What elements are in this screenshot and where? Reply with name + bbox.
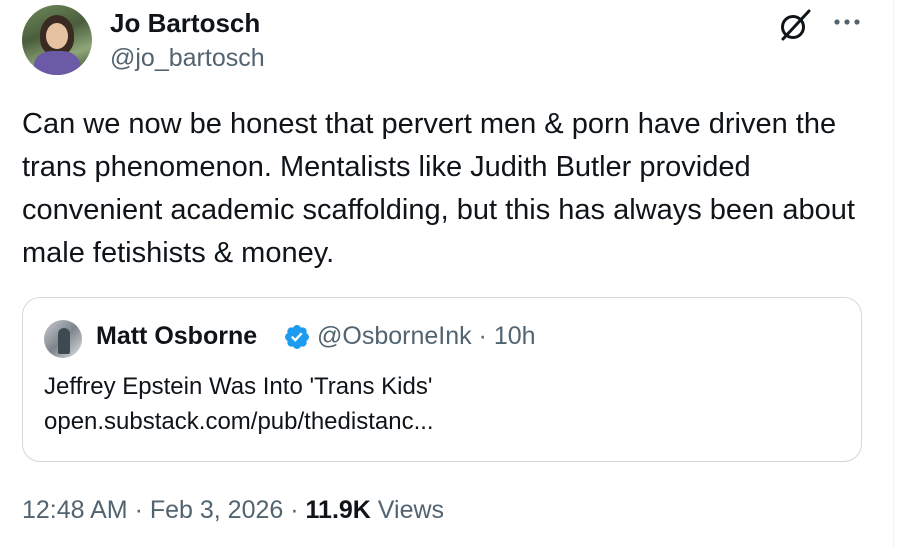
quoted-tweet-card[interactable]: Matt Osborne @OsborneInk · 10h Jeffrey E… [22, 297, 862, 462]
avatar-figure [58, 328, 70, 354]
column-divider [893, 0, 894, 547]
more-icon[interactable] [832, 10, 862, 34]
tweet-meta: 12:48 AM · Feb 3, 2026 · 11.9K Views [22, 496, 444, 525]
tweet-text: Can we now be honest that pervert men & … [22, 108, 855, 269]
quoted-author-avatar[interactable] [44, 320, 82, 358]
avatar-body [34, 51, 80, 75]
tweet-date[interactable]: Feb 3, 2026 [150, 496, 283, 524]
views-count[interactable]: 11.9K [306, 496, 371, 524]
grok-icon[interactable] [778, 8, 812, 42]
quoted-author-name[interactable]: Matt Osborne [96, 322, 257, 351]
quoted-handle-time[interactable]: @OsborneInk · 10h [317, 322, 536, 351]
meta-separator: · [283, 496, 306, 524]
views-label: Views [370, 496, 445, 524]
author-name[interactable]: Jo Bartosch [110, 8, 260, 39]
meta-separator: · [127, 496, 150, 524]
quoted-tweet-title: Jeffrey Epstein Was Into 'Trans Kids' [44, 373, 433, 400]
avatar-face [46, 23, 68, 49]
author-handle[interactable]: @jo_bartosch [110, 44, 265, 73]
tweet-time[interactable]: 12:48 AM [22, 496, 128, 524]
verified-badge-icon [285, 325, 309, 349]
author-avatar[interactable] [22, 5, 92, 75]
quoted-tweet-link[interactable]: open.substack.com/pub/thedistanc... [44, 408, 434, 436]
